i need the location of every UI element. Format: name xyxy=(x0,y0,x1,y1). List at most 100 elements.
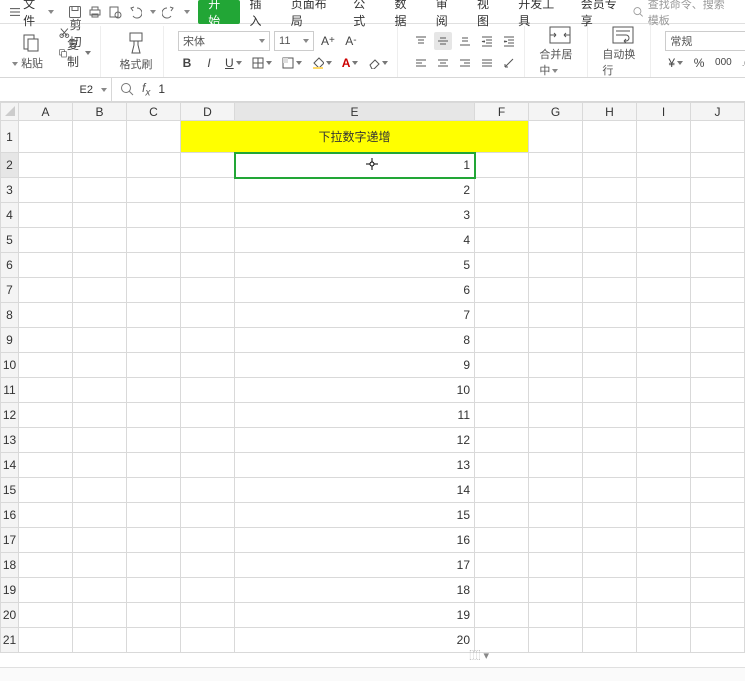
cell[interactable] xyxy=(181,428,235,453)
col-header-B[interactable]: B xyxy=(73,103,127,121)
cell[interactable] xyxy=(691,178,745,203)
cell[interactable] xyxy=(73,228,127,253)
cell[interactable] xyxy=(529,553,583,578)
cell[interactable] xyxy=(691,603,745,628)
cell[interactable] xyxy=(181,328,235,353)
cell[interactable]: 12 xyxy=(235,428,475,453)
cell[interactable] xyxy=(181,578,235,603)
cell[interactable] xyxy=(583,203,637,228)
zoom-icon[interactable] xyxy=(120,82,134,96)
fill-color-button[interactable] xyxy=(309,54,335,72)
align-right-button[interactable] xyxy=(456,54,474,72)
cell[interactable] xyxy=(127,453,181,478)
row-header[interactable]: 2 xyxy=(1,153,19,178)
cell[interactable] xyxy=(583,628,637,653)
cell[interactable] xyxy=(637,278,691,303)
name-box[interactable] xyxy=(0,78,112,101)
cell[interactable] xyxy=(181,303,235,328)
cell[interactable]: 20 xyxy=(235,628,475,653)
paste-button[interactable] xyxy=(10,33,52,53)
file-menu[interactable]: 文件 xyxy=(4,0,60,29)
cell[interactable] xyxy=(691,428,745,453)
row-header[interactable]: 17 xyxy=(1,528,19,553)
cell[interactable] xyxy=(583,303,637,328)
col-header-H[interactable]: H xyxy=(583,103,637,121)
cell[interactable]: 19 xyxy=(235,603,475,628)
cell[interactable] xyxy=(529,428,583,453)
cell[interactable] xyxy=(475,278,529,303)
cell[interactable] xyxy=(73,178,127,203)
cell[interactable] xyxy=(127,353,181,378)
cell[interactable] xyxy=(73,503,127,528)
cell[interactable] xyxy=(127,553,181,578)
inc-decimal-button[interactable]: .0← xyxy=(739,54,745,72)
tab-dev[interactable]: 开发工具 xyxy=(508,0,570,24)
cell[interactable]: 10 xyxy=(235,378,475,403)
cell[interactable] xyxy=(19,478,73,503)
cell[interactable] xyxy=(181,228,235,253)
cell[interactable] xyxy=(529,228,583,253)
cell[interactable] xyxy=(19,628,73,653)
cell[interactable] xyxy=(637,478,691,503)
cell[interactable] xyxy=(181,628,235,653)
cell[interactable]: 1 xyxy=(235,153,475,178)
border-button[interactable] xyxy=(249,54,275,72)
align-middle-button[interactable] xyxy=(434,32,452,50)
cell[interactable] xyxy=(691,403,745,428)
decrease-font-button[interactable]: A- xyxy=(342,32,360,50)
col-header-D[interactable]: D xyxy=(181,103,235,121)
sheet-tab-strip[interactable] xyxy=(0,667,745,681)
cell[interactable] xyxy=(691,503,745,528)
cell[interactable] xyxy=(529,478,583,503)
align-left-button[interactable] xyxy=(412,54,430,72)
cell[interactable] xyxy=(529,578,583,603)
cell[interactable] xyxy=(19,428,73,453)
cell[interactable] xyxy=(475,353,529,378)
cell[interactable] xyxy=(637,203,691,228)
cell[interactable]: 7 xyxy=(235,303,475,328)
cell[interactable] xyxy=(637,228,691,253)
cell[interactable] xyxy=(19,228,73,253)
col-header-C[interactable]: C xyxy=(127,103,181,121)
merge-center-button[interactable]: 合并居中 xyxy=(539,26,581,78)
cell[interactable] xyxy=(475,253,529,278)
cell[interactable]: 11 xyxy=(235,403,475,428)
cell[interactable] xyxy=(73,403,127,428)
cell[interactable] xyxy=(73,203,127,228)
cell[interactable] xyxy=(637,378,691,403)
indent-increase-button[interactable] xyxy=(500,32,518,50)
cell[interactable] xyxy=(529,603,583,628)
cell[interactable] xyxy=(19,253,73,278)
align-bottom-button[interactable] xyxy=(456,32,474,50)
cell[interactable] xyxy=(475,603,529,628)
row-header[interactable]: 9 xyxy=(1,328,19,353)
cell[interactable] xyxy=(19,453,73,478)
tab-insert[interactable]: 插入 xyxy=(240,0,281,24)
cell[interactable] xyxy=(691,328,745,353)
cell[interactable] xyxy=(127,478,181,503)
cell[interactable] xyxy=(19,121,73,153)
row-header[interactable]: 14 xyxy=(1,453,19,478)
clear-format-button[interactable] xyxy=(365,54,391,72)
cell[interactable] xyxy=(127,403,181,428)
align-top-button[interactable] xyxy=(412,32,430,50)
cell[interactable] xyxy=(181,278,235,303)
cell[interactable]: 2 xyxy=(235,178,475,203)
cell[interactable]: 18 xyxy=(235,578,475,603)
cell[interactable] xyxy=(583,553,637,578)
currency-button[interactable]: ¥ xyxy=(665,54,686,72)
cell[interactable] xyxy=(583,478,637,503)
cell[interactable]: 14 xyxy=(235,478,475,503)
cell[interactable] xyxy=(691,553,745,578)
row-header[interactable]: 18 xyxy=(1,553,19,578)
cell[interactable] xyxy=(127,228,181,253)
cell[interactable] xyxy=(127,121,181,153)
row-header[interactable]: 19 xyxy=(1,578,19,603)
cell[interactable] xyxy=(181,178,235,203)
cell[interactable] xyxy=(529,178,583,203)
cell[interactable] xyxy=(583,378,637,403)
cell[interactable] xyxy=(637,528,691,553)
bold-button[interactable]: B xyxy=(178,54,196,72)
cell[interactable]: 13 xyxy=(235,453,475,478)
cell[interactable] xyxy=(73,353,127,378)
